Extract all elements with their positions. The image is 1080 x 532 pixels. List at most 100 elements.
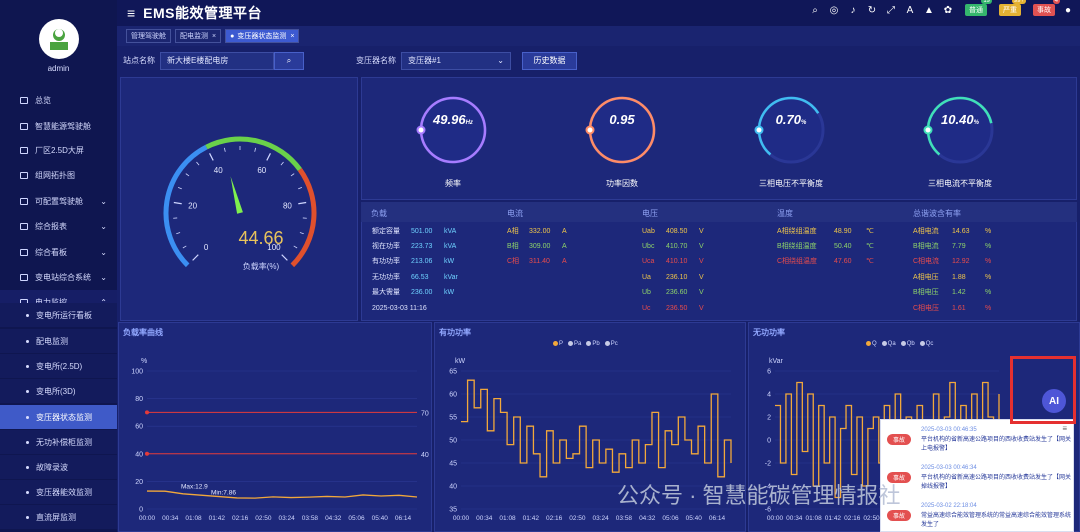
sidebar-subitem[interactable]: 无功补偿柜监测 <box>0 430 117 454</box>
sidebar-item[interactable]: 智慧能源驾驶舱 <box>0 114 117 138</box>
y-tick-label: 40 <box>135 451 143 458</box>
settings-icon[interactable]: ✿ <box>942 4 954 16</box>
x-tick-label: 03:24 <box>593 515 610 522</box>
legend-item[interactable]: Qb <box>900 341 915 347</box>
sidebar-item[interactable]: 综合报表 ⌄ <box>0 214 117 238</box>
gauge-tick-label: 80 <box>283 201 292 210</box>
threshold-label: 40 <box>421 452 429 459</box>
gauge-tick <box>209 153 214 161</box>
param-unit: % <box>985 228 992 235</box>
ai-assistant-button[interactable]: AI <box>1042 389 1066 413</box>
load-rate-chart: % 0 20 40 60 80 100 00:00 00:34 01:08 01:42 02:16 02… <box>131 358 429 522</box>
param-unit: % <box>985 305 992 312</box>
sidebar-subitem[interactable]: 变电所(3D) <box>0 379 117 403</box>
gauge-tick <box>266 153 271 161</box>
y-tick-label: 0 <box>139 507 143 514</box>
legend-item[interactable]: P <box>553 341 563 347</box>
theme-icon[interactable]: ▲ <box>923 4 935 16</box>
legend-item[interactable]: Pc <box>604 341 618 347</box>
alarm-text: 平台机构的省新高速公路项目的西收收费站发生了【网关上电报警】 <box>921 437 1072 452</box>
user-icon[interactable]: ● <box>1062 4 1074 16</box>
indicator-value: 0.70% <box>775 112 807 127</box>
param-unit: % <box>985 243 992 250</box>
param-value: 501.00 <box>411 228 433 235</box>
station-search-button[interactable]: ⌕ <box>274 51 304 70</box>
translate-icon[interactable]: A <box>904 4 916 16</box>
app-title: EMS能效管理平台 <box>143 5 263 21</box>
gauge-tick <box>192 254 199 261</box>
alarm-text: 常益高速综合能效管理系统的常益高速综合能效管理系统发生了 <box>921 513 1072 528</box>
y-tick-label: 100 <box>131 369 143 376</box>
param-value: 408.50 <box>666 228 688 235</box>
menu-icon <box>20 197 28 205</box>
close-icon[interactable]: × <box>290 33 294 40</box>
sidebar-item[interactable]: 厂区2.5D大屏 <box>0 138 117 162</box>
help-icon[interactable]: ◎ <box>828 4 840 16</box>
alarm-badge[interactable]: 事故 4 <box>1033 0 1060 16</box>
sidebar-subitem[interactable]: 变电所运行看板 <box>0 303 117 327</box>
sidebar-item[interactable]: 可配置驾驶舱 ⌄ <box>0 189 117 213</box>
sidebar-item[interactable]: 组网拓扑图 <box>0 163 117 187</box>
param-name: B相 <box>507 243 519 250</box>
refresh-icon[interactable]: ↻ <box>866 4 878 16</box>
indicator-value: 49.96Hz <box>433 112 473 127</box>
threshold-marker <box>145 410 149 415</box>
close-icon[interactable]: × <box>212 33 216 40</box>
sidebar-subitem[interactable]: 直流屏监测 <box>0 505 117 529</box>
indicator-label: 三相电压不平衡度 <box>759 179 823 188</box>
alarm-badge[interactable]: 严重 99+ <box>999 0 1026 16</box>
alarm-badge[interactable]: 普通 19 <box>965 0 992 16</box>
gauge-needle <box>230 176 243 214</box>
tab-cockpit[interactable]: 管理驾驶舱 <box>126 29 171 43</box>
tab-distribution[interactable]: 配电监测 × <box>175 29 222 43</box>
sidebar-item[interactable]: 综合看板 ⌄ <box>0 240 117 264</box>
sidebar-item-label: 可配置驾驶舱 <box>35 196 83 206</box>
fullscreen-icon[interactable]: ⤢ <box>885 4 897 16</box>
param-value: 12.92 <box>952 258 970 265</box>
y-tick-label: 50 <box>449 438 457 445</box>
legend-item[interactable]: Qa <box>881 341 896 347</box>
gauge-tick-label: 20 <box>188 201 197 210</box>
legend-item[interactable]: Q <box>866 341 877 347</box>
indicator-2: 0.70% 三相电压不平衡度 <box>746 90 836 188</box>
legend-item[interactable]: Pb <box>586 341 600 347</box>
load-rate-gauge-panel: 0 20 40 60 80 100 44.66 负载率(%) <box>120 77 358 321</box>
menu-icon <box>20 222 28 230</box>
badge-count: 19 <box>981 0 992 4</box>
param-unit: V <box>699 305 704 312</box>
param-value: 1.42 <box>952 289 966 296</box>
search-icon[interactable]: ⌕ <box>809 4 821 16</box>
alarm-popup[interactable]: ≡ 事故 2025-03-03 00:46:35 平台机构的省新高速公路项目的西收收… <box>880 419 1074 532</box>
y-axis-unit: kW <box>455 358 466 365</box>
indicator-label: 三相电流不平衡度 <box>928 179 992 188</box>
transformer-select[interactable]: 变压器#1 ⌄ <box>401 51 511 70</box>
badge-label: 严重 <box>1003 7 1017 14</box>
sidebar-subitem[interactable]: 变压器能效监测 <box>0 480 117 504</box>
sound-icon[interactable]: ♪ <box>847 4 859 16</box>
param-value: 309.00 <box>529 243 551 250</box>
legend-dot-icon <box>553 341 558 346</box>
sidebar-item[interactable]: 变电站综合系统 ⌄ <box>0 265 117 289</box>
x-tick-label: 01:08 <box>805 515 822 522</box>
history-data-button[interactable]: 历史数据 <box>522 51 577 70</box>
collapse-icon[interactable]: ≡ <box>1062 424 1067 433</box>
x-tick-label: 02:16 <box>844 515 861 522</box>
legend-dot-icon <box>866 341 871 346</box>
sidebar-subitem[interactable]: 变压器状态监测 <box>0 405 117 429</box>
sidebar-item[interactable]: 总览 <box>0 88 117 112</box>
legend-item[interactable]: Pa <box>568 341 581 347</box>
sidebar-subitem[interactable]: 故障录波 <box>0 455 117 479</box>
param-unit: kVA <box>444 243 457 250</box>
param-value: 332.00 <box>529 228 551 235</box>
menu-toggle-icon[interactable]: ≡ <box>127 5 135 21</box>
tab-transformer-status[interactable]: ● 变压器状态监测 × <box>225 29 300 43</box>
legend-item[interactable]: Qc <box>919 341 933 347</box>
indicator-ring <box>754 96 825 164</box>
sidebar-subitem[interactable]: 变电所(2.5D) <box>0 354 117 378</box>
ring-handle <box>923 125 933 135</box>
sidebar-subitem[interactable]: 配电监测 <box>0 329 117 353</box>
load-rate-chart-panel: 负载率曲线 % 0 20 40 60 80 100 00:00 00:34 01:08 01:42 0… <box>118 322 432 532</box>
param-name: Uab <box>642 228 655 235</box>
station-input[interactable]: 新大楼E楼配电房 <box>160 51 274 70</box>
chart-title: 无功功率 <box>753 328 785 337</box>
